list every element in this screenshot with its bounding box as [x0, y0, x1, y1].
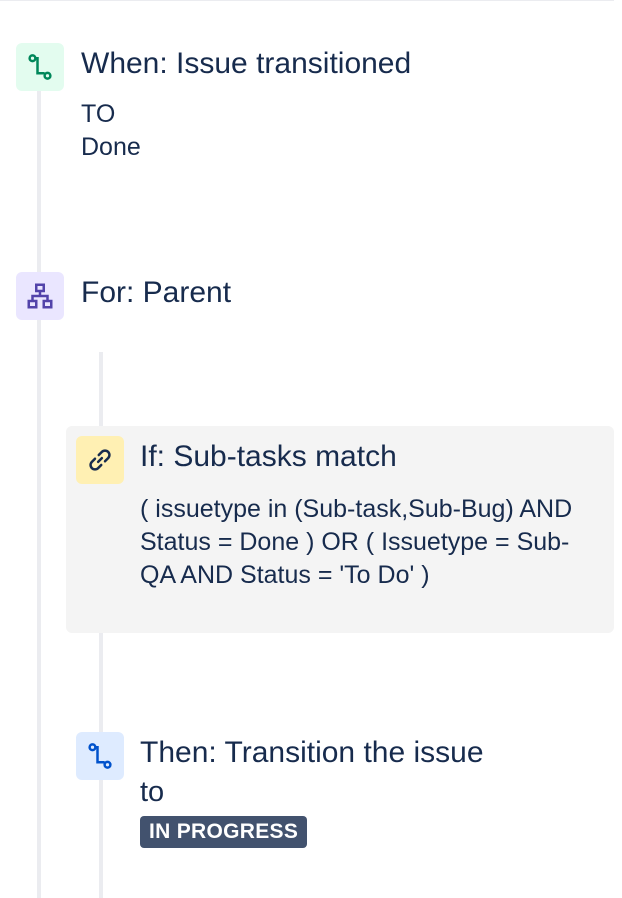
trigger-to-value: Done [81, 133, 141, 161]
rule-connector-line [37, 90, 41, 898]
branch-title[interactable]: For: Parent [81, 275, 231, 311]
action-icon-badge [76, 732, 124, 780]
top-divider [0, 0, 614, 1]
branch-icon-badge [16, 272, 64, 320]
trigger-icon-badge [16, 43, 64, 91]
status-lozenge: IN PROGRESS [140, 816, 308, 848]
hierarchy-icon [27, 283, 53, 309]
condition-icon-badge [76, 436, 124, 484]
action-to-label: to [140, 776, 165, 808]
link-icon [89, 449, 111, 471]
transition-icon [88, 743, 112, 769]
jql-query-text: ( issuetype in (Sub-task,Sub-Bug) AND St… [140, 495, 573, 589]
trigger-to-label: TO [81, 100, 116, 128]
transition-icon [28, 54, 52, 80]
condition-title: If: Sub-tasks match [140, 440, 397, 473]
action-title[interactable]: Then: Transition the issue [140, 735, 484, 771]
trigger-title[interactable]: When: Issue transitioned [81, 46, 411, 82]
